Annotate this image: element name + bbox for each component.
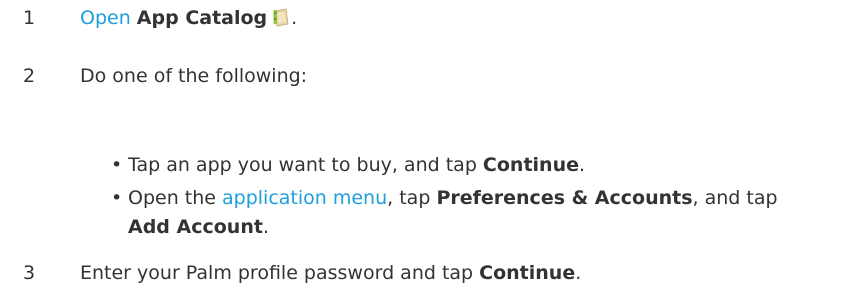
step-text: Open App Catalog .: [80, 3, 297, 33]
open-link[interactable]: Open: [80, 7, 131, 29]
preferences-accounts-label: Preferences & Accounts: [436, 187, 693, 209]
option-end: .: [262, 216, 269, 238]
step-number: 2: [23, 65, 36, 87]
option-text: Open the: [128, 187, 223, 209]
step-1: 1 Open App Catalog .: [0, 3, 863, 33]
list-item: • Tap an app you want to buy, and tap Con…: [111, 151, 831, 180]
step-2: 2 Do one of the following:: [0, 61, 863, 91]
step-3: 3 Enter your Palm profile password and t…: [0, 258, 863, 288]
app-name: App Catalog: [136, 7, 268, 29]
add-account-label: Add Account: [128, 216, 263, 238]
step-number: 1: [23, 7, 36, 29]
step-end: .: [575, 262, 582, 284]
options-list: • Tap an app you want to buy, and tap Con…: [111, 151, 831, 242]
bullet: •: [111, 187, 123, 209]
application-menu-link[interactable]: application menu: [222, 187, 387, 209]
option-text: , and tap: [692, 187, 778, 209]
step-end: .: [291, 7, 298, 29]
option-end: .: [578, 154, 586, 176]
step-number: 3: [23, 262, 36, 284]
app-catalog-icon: [272, 7, 291, 27]
step-text: Enter your Palm profile password and tap…: [80, 258, 581, 288]
bullet: •: [111, 154, 123, 176]
list-item: • Open the application menu, tap Preferen…: [111, 184, 831, 242]
option-text: , tap: [387, 187, 437, 209]
continue-label: Continue: [482, 154, 579, 176]
step-text-part: Enter your Palm profile password and tap: [80, 262, 480, 284]
continue-label: Continue: [479, 262, 576, 284]
step-text: Do one of the following:: [80, 65, 308, 87]
option-text: Tap an app you want to buy, and tap: [128, 154, 483, 176]
